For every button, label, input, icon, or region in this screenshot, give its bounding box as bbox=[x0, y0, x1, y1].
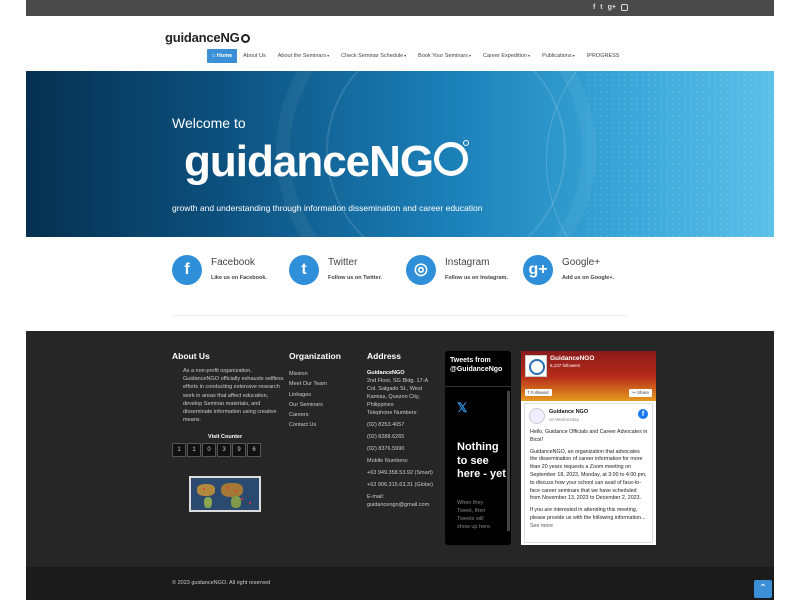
twitter-empty-title: Nothing to see here - yet bbox=[457, 441, 506, 480]
facebook-icon[interactable]: f bbox=[638, 409, 648, 419]
post-author[interactable]: Guidance NGO bbox=[549, 409, 588, 415]
chevron-down-icon: ▾ bbox=[469, 53, 472, 58]
social-name: Google+ bbox=[562, 257, 601, 268]
counter-digit: 6 bbox=[247, 443, 261, 457]
about-text: As a non-profit organization, GuidanceNG… bbox=[183, 368, 284, 424]
social-subtitle: Follow us on Twitter. bbox=[328, 275, 382, 281]
facebook-post: Guidance NGO on Wednesday f Hello, Guida… bbox=[524, 403, 653, 543]
share-button[interactable]: ↪ Share bbox=[628, 389, 652, 397]
logo-text: guidanceNG bbox=[165, 30, 240, 45]
facebook-icon[interactable]: f bbox=[593, 3, 595, 12]
telephone-label: Telephone Numbers: bbox=[367, 410, 418, 416]
site-logo[interactable]: guidanceNG bbox=[165, 30, 250, 45]
twitter-scrollbar[interactable] bbox=[507, 391, 510, 531]
google-plus-icon[interactable]: g+ bbox=[608, 3, 616, 12]
mobile-label: Mobile Numbers: bbox=[367, 458, 409, 464]
hero-title: guidanceNG bbox=[184, 137, 470, 187]
top-bar: f t g+ bbox=[26, 0, 774, 16]
facebook-icon[interactable]: f bbox=[172, 255, 202, 285]
footer-heading: Organization bbox=[289, 351, 341, 361]
logo-o-icon bbox=[434, 140, 470, 176]
org-link-seminars[interactable]: Our Seminars bbox=[289, 400, 327, 410]
facebook-page-widget[interactable]: GuidanceNGO 6,137 followers f Followed ↪… bbox=[521, 351, 656, 545]
chevron-down-icon: ▾ bbox=[404, 53, 407, 58]
telephone-number: (02) 8288.6265 bbox=[367, 434, 405, 440]
counter-digit: 1 bbox=[172, 443, 186, 457]
post-timestamp[interactable]: on Wednesday bbox=[549, 417, 579, 422]
copyright: © 2023 guidanceNGO. All right reserved bbox=[172, 580, 271, 586]
page-followers: 6,137 followers bbox=[550, 363, 581, 368]
hero-banner: Welcome to guidanceNG growth and underst… bbox=[26, 71, 774, 237]
bottom-bar bbox=[26, 567, 774, 600]
nav-career-expedition[interactable]: Career Expedition▾ bbox=[477, 49, 536, 63]
chevron-down-icon: ▾ bbox=[528, 53, 531, 58]
visitor-map[interactable] bbox=[189, 476, 261, 512]
social-name: Twitter bbox=[328, 257, 358, 268]
nav-about-seminars[interactable]: About the Seminars▾ bbox=[272, 49, 335, 63]
hero-tagline: growth and understanding through informa… bbox=[172, 203, 483, 213]
org-link-team[interactable]: Meet Our Team bbox=[289, 379, 327, 389]
logo-o-icon bbox=[240, 34, 250, 43]
twitter-empty-text: When they Tweet, their Tweets will show … bbox=[457, 500, 492, 530]
top-social-links: f t g+ bbox=[593, 3, 628, 12]
counter-digit: 1 bbox=[187, 443, 201, 457]
footer-heading: Address bbox=[367, 351, 402, 361]
nav-home[interactable]: ⌂ Home bbox=[207, 49, 238, 63]
counter-digit: 9 bbox=[232, 443, 246, 457]
footer-heading: About Us bbox=[172, 351, 210, 361]
page-name[interactable]: GuidanceNGO bbox=[550, 355, 594, 362]
social-name: Instagram bbox=[445, 257, 490, 268]
google-plus-icon[interactable]: g+ bbox=[523, 255, 553, 285]
nav-seminar-schedule[interactable]: Check Seminar Schedule▾ bbox=[335, 49, 412, 63]
social-subtitle: Follow us on Instagram. bbox=[445, 275, 508, 281]
hero-welcome: Welcome to bbox=[172, 115, 246, 131]
twitter-heading[interactable]: Tweets from @GuidanceNgo bbox=[445, 351, 511, 387]
x-logo-icon: 𝕏 bbox=[457, 400, 468, 415]
telephone-number: (02) 8376.5990 bbox=[367, 446, 405, 452]
facebook-cover[interactable]: GuidanceNGO 6,137 followers f Followed ↪… bbox=[521, 351, 656, 401]
chevron-up-icon: ⌃ bbox=[758, 583, 768, 594]
page-avatar[interactable] bbox=[525, 355, 547, 377]
email-label: E-mail: bbox=[367, 494, 385, 500]
nav-iprogress[interactable]: IPROGRESS bbox=[581, 49, 626, 63]
address-line: 2nd Floor, SG Bldg. 17-A Col. Salgado St… bbox=[367, 378, 428, 408]
counter-digit: 0 bbox=[202, 443, 216, 457]
address-org: GuidanceNGO bbox=[367, 370, 405, 376]
nav-publications[interactable]: Publications▾ bbox=[536, 49, 581, 63]
social-subtitle: Like us on Facebook. bbox=[211, 275, 267, 281]
chevron-down-icon: ▾ bbox=[572, 53, 575, 58]
visit-counter-label: Visit Counter bbox=[208, 434, 243, 440]
avatar[interactable] bbox=[529, 408, 545, 424]
twitter-timeline-widget[interactable]: Tweets from @GuidanceNgo 𝕏 Nothing to se… bbox=[445, 351, 511, 545]
back-to-top-button[interactable]: ⌃ bbox=[754, 580, 772, 598]
see-more-link[interactable]: See more bbox=[530, 523, 553, 529]
nav-about-us[interactable]: About Us bbox=[237, 49, 272, 63]
nav-book-seminars[interactable]: Book Your Seminars▾ bbox=[412, 49, 477, 63]
org-link-careers[interactable]: Careers bbox=[289, 410, 327, 420]
org-link-mission[interactable]: Mission bbox=[289, 369, 327, 379]
followed-button[interactable]: f Followed bbox=[525, 389, 552, 396]
mobile-number: +63 949.358.53.92 (Smart) bbox=[367, 470, 433, 476]
main-nav: ⌂ Home About Us About the Seminars▾ Chec… bbox=[207, 49, 625, 63]
instagram-icon[interactable] bbox=[621, 4, 628, 11]
org-link-contact[interactable]: Contact Us bbox=[289, 420, 327, 430]
telephone-number: (02) 8253.4057 bbox=[367, 422, 405, 428]
org-link-linkages[interactable]: Linkages bbox=[289, 390, 327, 400]
chevron-down-icon: ▾ bbox=[327, 53, 330, 58]
social-section: f Facebook Like us on Facebook. t Twitte… bbox=[172, 255, 642, 289]
twitter-icon[interactable]: t bbox=[289, 255, 319, 285]
instagram-icon[interactable]: ◎ bbox=[406, 255, 436, 285]
social-subtitle: Add us on Google+. bbox=[562, 275, 615, 281]
organization-links: Mission Meet Our Team Linkages Our Semin… bbox=[289, 369, 327, 431]
email-link[interactable]: guidancengo@gmail.com bbox=[367, 501, 439, 509]
divider bbox=[172, 315, 628, 316]
mobile-number: +63 906.315.63.31 (Globe) bbox=[367, 482, 433, 488]
twitter-icon[interactable]: t bbox=[600, 3, 602, 12]
address-block: GuidanceNGO 2nd Floor, SG Bldg. 17-A Col… bbox=[367, 369, 439, 509]
social-name: Facebook bbox=[211, 257, 255, 268]
post-text: Hello, Guidance Officials and Career Adv… bbox=[530, 429, 648, 529]
counter-digit: 3 bbox=[217, 443, 231, 457]
visit-counter: 1 1 0 3 9 6 bbox=[172, 443, 261, 457]
